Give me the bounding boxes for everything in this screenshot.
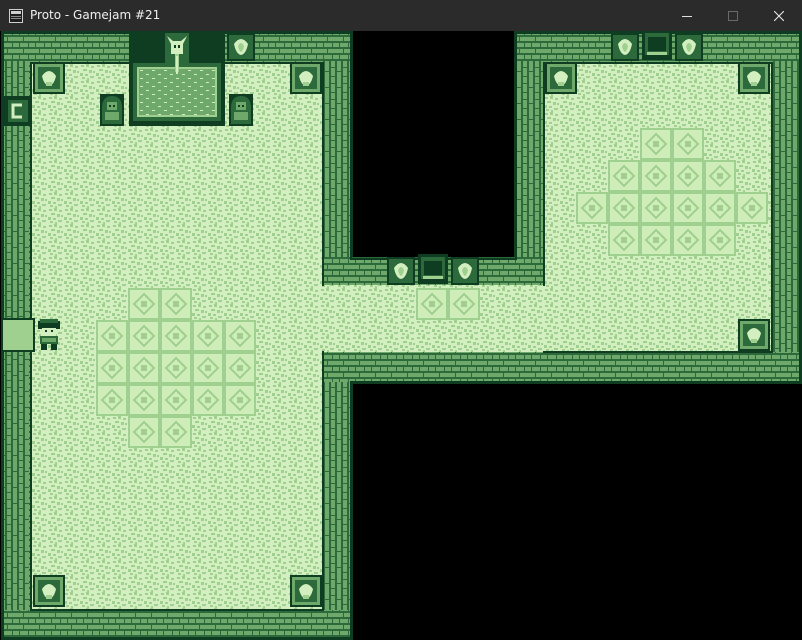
close-button[interactable] [756, 0, 802, 31]
game-window: Proto - Gamejam #21 [0, 0, 802, 640]
maximize-button[interactable] [710, 0, 756, 31]
title-bar[interactable]: Proto - Gamejam #21 [0, 0, 802, 31]
guardian-statue [229, 94, 253, 126]
west-exit[interactable] [1, 318, 35, 352]
wall-torch [227, 33, 255, 61]
corner-torch-pillar [290, 575, 322, 607]
west-doorway[interactable] [4, 96, 32, 126]
corner-torch-pillar [33, 62, 65, 94]
dungeon-floor [30, 62, 773, 611]
corner-torch-pillar [738, 62, 770, 94]
game-viewport[interactable] [0, 31, 802, 640]
wall-torch [451, 257, 479, 285]
corner-torch-pillar [545, 62, 577, 94]
corner-torch-pillar [290, 62, 322, 94]
corner-torch-pillar [738, 319, 770, 351]
corner-torch-pillar [33, 575, 65, 607]
wall-torch [387, 257, 415, 285]
wall-torch [611, 33, 639, 61]
minimize-icon [682, 15, 692, 17]
window-app-icon [9, 8, 23, 23]
guardian-statue [100, 94, 124, 126]
minimize-button[interactable] [664, 0, 710, 31]
dungeon-map [1, 31, 802, 640]
close-icon [774, 10, 784, 21]
wall-torch [675, 33, 703, 61]
window-title: Proto - Gamejam #21 [30, 8, 161, 22]
maximize-icon [728, 10, 738, 21]
north-doorway[interactable] [642, 31, 672, 60]
doorway[interactable] [418, 254, 448, 284]
